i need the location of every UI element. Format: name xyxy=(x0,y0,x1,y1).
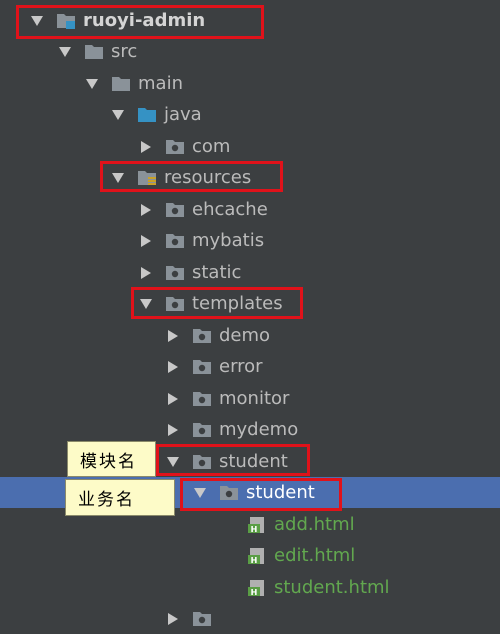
triangle-right-icon[interactable] xyxy=(139,203,153,217)
callout-text: 模块名 xyxy=(80,451,137,472)
source-folder-icon xyxy=(137,106,157,124)
package-folder-icon xyxy=(165,201,185,219)
triangle-right-icon[interactable] xyxy=(139,140,153,154)
folder-icon xyxy=(84,43,104,61)
package-folder-icon xyxy=(192,610,212,628)
package-folder-icon xyxy=(192,358,212,376)
folder-label: main xyxy=(138,73,183,94)
triangle-down-icon[interactable] xyxy=(111,108,125,122)
folder-icon xyxy=(111,75,131,93)
tree-row[interactable]: mybatis xyxy=(0,225,500,256)
package-folder-icon xyxy=(192,327,212,345)
folder-label: mybatis xyxy=(192,230,265,251)
tree-row[interactable]: src xyxy=(0,36,500,67)
callout-text: 业务名 xyxy=(78,490,135,510)
folder-label: static xyxy=(192,262,242,283)
callout-business-name: 业务名 xyxy=(65,479,175,516)
triangle-right-icon[interactable] xyxy=(139,234,153,248)
triangle-down-icon[interactable] xyxy=(85,77,99,91)
highlight-box-student-module xyxy=(156,444,310,476)
html-file-icon xyxy=(247,579,267,597)
html-file-icon xyxy=(247,547,267,565)
tree-row[interactable]: main xyxy=(0,68,500,99)
callout-module-name: 模块名 xyxy=(67,441,156,477)
highlight-box-resources xyxy=(100,161,283,192)
triangle-down-icon[interactable] xyxy=(58,45,72,59)
folder-label: mydemo xyxy=(219,419,299,440)
folder-label: error xyxy=(219,356,263,377)
tree-row[interactable]: com xyxy=(0,131,500,162)
folder-label: monitor xyxy=(219,388,290,409)
highlight-box-root xyxy=(16,5,264,39)
triangle-right-icon[interactable] xyxy=(139,266,153,280)
package-folder-icon xyxy=(192,390,212,408)
highlight-box-templates xyxy=(131,287,303,319)
file-label: student.html xyxy=(274,577,390,598)
folder-label: src xyxy=(111,41,138,62)
tree-row[interactable]: java xyxy=(0,99,500,130)
tree-row[interactable]: student.html xyxy=(0,572,500,603)
tree-row[interactable]: static xyxy=(0,257,500,288)
tree-row[interactable]: error xyxy=(0,351,500,382)
tree-row[interactable]: demo xyxy=(0,320,500,351)
html-file-icon xyxy=(247,516,267,534)
tree-row-partial xyxy=(0,603,500,634)
triangle-right-icon[interactable] xyxy=(166,392,180,406)
package-folder-icon xyxy=(192,421,212,439)
package-folder-icon xyxy=(165,264,185,282)
package-folder-icon xyxy=(165,232,185,250)
folder-label: java xyxy=(164,104,202,125)
triangle-right-icon[interactable] xyxy=(166,329,180,343)
tree-row[interactable]: edit.html xyxy=(0,540,500,571)
package-folder-icon xyxy=(165,138,185,156)
triangle-right-icon[interactable] xyxy=(166,423,180,437)
folder-label: demo xyxy=(219,325,271,346)
tree-row[interactable]: ehcache xyxy=(0,194,500,225)
file-label: edit.html xyxy=(274,545,356,566)
tree-row[interactable]: monitor xyxy=(0,383,500,414)
folder-label: com xyxy=(192,136,231,157)
highlight-box-student-business xyxy=(180,478,342,511)
file-label: add.html xyxy=(274,514,355,535)
folder-label: ehcache xyxy=(192,199,268,220)
triangle-right-icon[interactable] xyxy=(166,360,180,374)
